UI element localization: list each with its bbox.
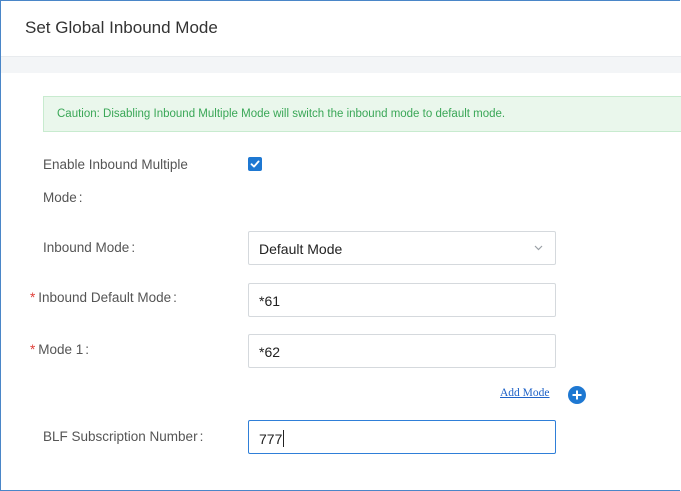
inbound-mode-label-text: Inbound Mode (43, 240, 130, 255)
blf-subscription-label: BLF Subscription Number: (43, 429, 203, 444)
label-colon: : (85, 342, 90, 357)
text-cursor (283, 430, 285, 447)
blf-subscription-input[interactable]: 777 (248, 420, 556, 454)
inbound-mode-label: Inbound Mode: (43, 240, 135, 255)
enable-multiple-label-line2: Mode: (43, 190, 83, 205)
inbound-default-mode-input[interactable]: *61 (248, 283, 556, 317)
enable-multiple-label-text: Mode (43, 190, 77, 205)
add-mode-link[interactable]: Add Mode (500, 387, 550, 399)
caution-alert: Caution: Disabling Inbound Multiple Mode… (43, 96, 681, 132)
inbound-default-mode-value: *61 (259, 293, 281, 309)
enable-multiple-checkbox[interactable] (248, 157, 262, 171)
required-marker: * (30, 342, 36, 357)
required-marker: * (30, 290, 36, 305)
page-title: Set Global Inbound Mode (25, 18, 218, 37)
mode-1-input[interactable]: *62 (248, 334, 556, 368)
blf-subscription-value: 777 (259, 430, 285, 447)
mode-1-label-text: Mode 1 (38, 342, 84, 357)
label-colon: : (78, 190, 83, 205)
mode-1-label: * Mode 1: (30, 342, 89, 357)
label-colon: : (173, 290, 177, 305)
chevron-down-icon (534, 245, 543, 251)
checkmark-icon (250, 160, 260, 168)
plus-circle-icon[interactable] (568, 386, 586, 404)
label-colon: : (131, 240, 136, 255)
plus-icon (572, 390, 582, 400)
enable-multiple-label-line1: Enable Inbound Multiple (43, 157, 188, 172)
panel-header: Set Global Inbound Mode (1, 1, 681, 57)
caution-text: Caution: Disabling Inbound Multiple Mode… (57, 108, 506, 120)
label-colon: : (199, 429, 204, 444)
mode-1-value: *62 (259, 344, 281, 360)
blf-subscription-label-text: BLF Subscription Number (43, 429, 198, 444)
blf-subscription-value-text: 777 (259, 431, 283, 447)
inbound-default-mode-label-text: Inbound Default Mode (38, 290, 172, 305)
inbound-mode-selected-value: Default Mode (259, 241, 343, 257)
header-divider-band (1, 57, 681, 73)
inbound-default-mode-label: * Inbound Default Mode: (30, 290, 177, 305)
inbound-mode-select[interactable]: Default Mode (248, 231, 556, 265)
